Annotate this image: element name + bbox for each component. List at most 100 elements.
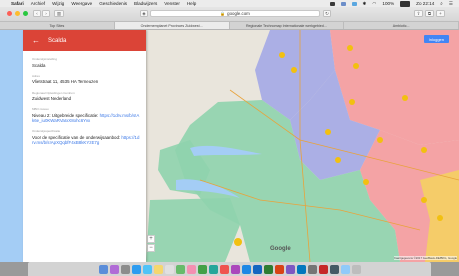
terminal-icon[interactable] (329, 264, 339, 274)
field-label: MBO niveau (32, 107, 49, 112)
school-marker-icon[interactable] (347, 45, 353, 51)
web-page: Inloggen + − Google Kaartgegevens ©2017 … (0, 30, 459, 262)
school-marker-icon[interactable] (291, 67, 297, 73)
tab-ondernemplanet[interactable]: Ondernemplanet Provinces Zuidwest... (114, 22, 230, 29)
school-marker-icon[interactable] (437, 215, 443, 221)
menu-bladwijzers[interactable]: Bladwijzers (134, 1, 157, 6)
school-marker-icon[interactable] (402, 95, 408, 101)
window-controls (7, 11, 28, 16)
trash-icon[interactable] (351, 264, 361, 274)
system-preferences-icon[interactable] (307, 264, 317, 274)
school-marker-icon[interactable] (234, 238, 242, 246)
share-button[interactable]: ⇧ (414, 10, 423, 17)
music-icon[interactable] (219, 264, 229, 274)
region-green-south (146, 198, 240, 262)
facetime-icon[interactable] (208, 264, 218, 274)
excel-icon[interactable] (263, 264, 273, 274)
menu-weergave[interactable]: Weergave (71, 1, 92, 6)
field-value: Niveau 2: Uitgebreide specificatie: http… (32, 113, 140, 124)
new-tab-button[interactable]: + (436, 10, 445, 17)
safari-icon[interactable] (131, 264, 141, 274)
finder-icon[interactable] (98, 264, 108, 274)
tab-top-sites[interactable]: Top Sites (0, 22, 115, 29)
field-regionaal-opleidingen-centrum: Regionaal Opleidingen Centrum Zuidwest N… (32, 91, 146, 102)
clock[interactable]: Zo 22:14 (416, 1, 434, 6)
school-marker-icon[interactable] (363, 179, 369, 185)
field-value: Scalda (32, 62, 46, 68)
sidebar-button[interactable]: ▥ (54, 10, 64, 17)
field-label: Adres (32, 73, 40, 78)
photos-icon[interactable] (186, 264, 196, 274)
tab-technomap[interactable]: Regionale Technomap Internationale werkg… (230, 22, 345, 29)
field-value: Voor de specificatie van de onderwijsaan… (32, 135, 140, 146)
field-onderwijsinstelling: Onderwijsinstelling Scalda (32, 57, 146, 68)
school-marker-icon[interactable] (377, 137, 383, 143)
zoom-window-icon[interactable] (23, 11, 28, 16)
tabs-overview-button[interactable]: ⧉ (425, 10, 434, 17)
field-label: Onderwijsspecificatie (32, 129, 61, 134)
signin-button[interactable]: Inloggen (423, 35, 449, 43)
powerpoint-icon[interactable] (274, 264, 284, 274)
onenote-icon[interactable] (285, 264, 295, 274)
notification-center-icon[interactable]: ☰ (449, 1, 453, 7)
school-marker-icon[interactable] (279, 52, 285, 58)
battery-icon[interactable] (400, 0, 411, 7)
search-icon[interactable]: ⌕ (440, 1, 443, 6)
mail-icon[interactable] (142, 264, 152, 274)
wifi-icon[interactable]: ◠ (372, 1, 376, 7)
back-arrow-icon[interactable]: ← (32, 36, 40, 45)
macos-menubar: Safari Archief Wijzig Weergave Geschiede… (0, 0, 459, 7)
menu-geschiedenis[interactable]: Geschiedenis (99, 1, 127, 6)
field-label: Onderwijsinstelling (32, 57, 58, 61)
school-marker-icon[interactable] (325, 129, 331, 135)
tab-ambiotic[interactable]: Ambiotic... (344, 22, 459, 29)
menu-wijzig[interactable]: Wijzig (52, 1, 64, 6)
shield-icon[interactable]: ◈ (140, 10, 148, 17)
maps-icon[interactable] (175, 264, 185, 274)
calendar-icon[interactable] (164, 264, 174, 274)
launchpad-icon[interactable] (120, 264, 130, 274)
word-icon[interactable] (252, 264, 262, 274)
notes-icon[interactable] (153, 264, 163, 274)
tab-bar: Top Sites Ondernemplanet Provinces Zuidw… (0, 22, 459, 30)
messages-icon[interactable] (197, 264, 207, 274)
school-marker-icon[interactable] (421, 147, 427, 153)
minimize-window-icon[interactable] (15, 11, 20, 16)
field-value-text: Voor de specificatie van de onderwijsaan… (32, 134, 121, 140)
lock-icon: 🔒 (220, 11, 226, 16)
school-marker-icon[interactable] (349, 99, 355, 105)
battery-percentage[interactable]: 100% (382, 1, 394, 6)
school-marker-icon[interactable] (353, 63, 359, 69)
app-status-icon[interactable] (340, 1, 346, 6)
google-logo: Google (270, 246, 291, 252)
forward-button[interactable]: › (42, 10, 50, 17)
zoom-out-button[interactable]: − (147, 244, 155, 252)
school-marker-icon[interactable] (335, 157, 341, 163)
address-bar[interactable]: 🔒 google.com (150, 10, 320, 17)
downloads-folder-icon[interactable] (340, 264, 350, 274)
field-value: Vlietstraat 11, 4535 HA Terneuzen (32, 79, 99, 85)
podcasts-icon[interactable] (230, 264, 240, 274)
acrobat-icon[interactable] (318, 264, 328, 274)
reload-button[interactable]: ↻ (323, 10, 331, 17)
field-onderwijsspecificatie: Onderwijsspecificatie Voor de specificat… (32, 129, 146, 145)
menu-help[interactable]: Help (187, 1, 196, 6)
panel-header: ← Scalda (23, 30, 146, 51)
app-store-icon[interactable] (241, 264, 251, 274)
menu-archief[interactable]: Archief (31, 1, 45, 6)
bluetooth-icon[interactable]: ✱ (363, 1, 367, 7)
zoom-in-button[interactable]: + (147, 235, 155, 243)
menubar-status-area: ✱ ◠ 100% Zo 22:14 ⌕ ☰ (329, 0, 453, 7)
menu-venster[interactable]: Venster (164, 1, 180, 6)
back-button[interactable]: ‹ (33, 10, 41, 17)
field-value: Zuidwest Nederland (32, 96, 72, 102)
map-attribution: Kaartgegevens ©2017 GeoBasis-DE/BKG, Goo… (394, 256, 457, 260)
field-adres: Adres Vlietstraat 11, 4535 HA Terneuzen (32, 74, 146, 85)
menu-safari[interactable]: Safari (11, 1, 24, 6)
app-status-icon[interactable] (329, 1, 335, 6)
outlook-icon[interactable] (296, 264, 306, 274)
siri-icon[interactable] (109, 264, 119, 274)
app-status-icon[interactable] (351, 1, 357, 6)
school-marker-icon[interactable] (421, 197, 427, 203)
close-window-icon[interactable] (7, 11, 12, 16)
